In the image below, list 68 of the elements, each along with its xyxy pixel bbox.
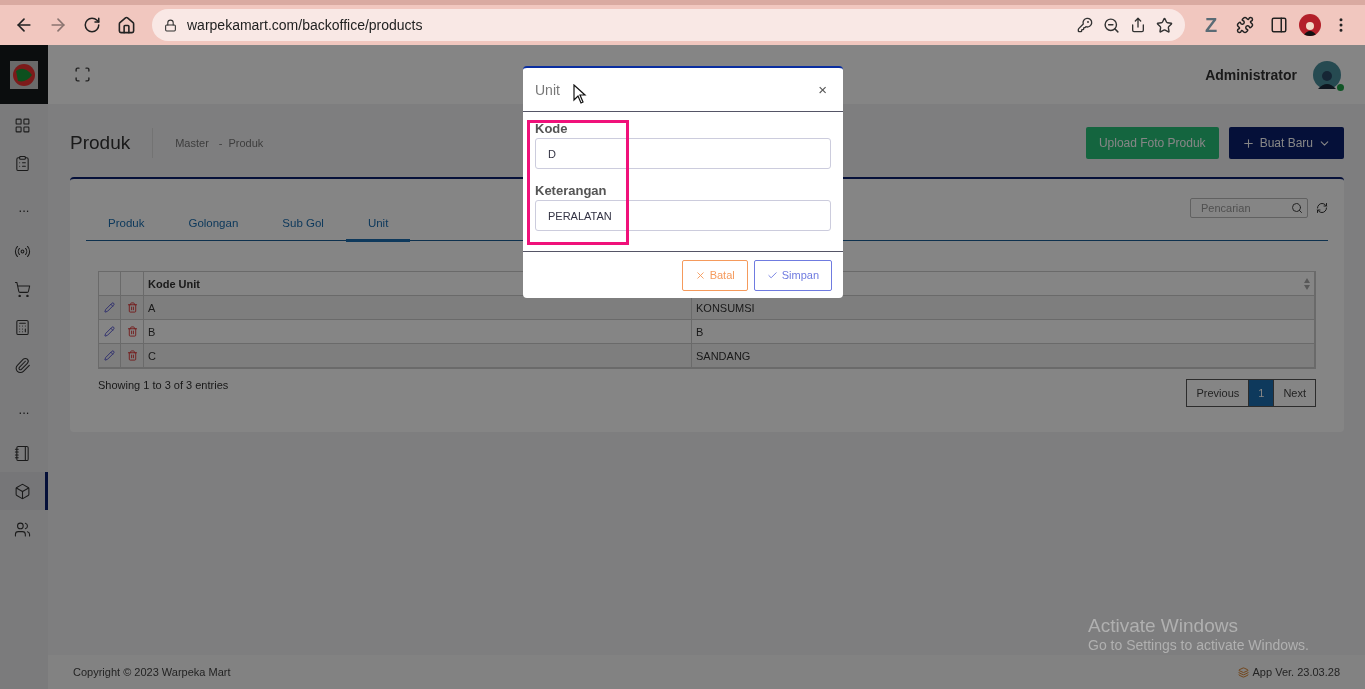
table-cell: C [144, 344, 692, 368]
page-title: Produk [70, 128, 154, 158]
table-cell: B [144, 320, 692, 344]
breadcrumb-item[interactable]: Produk [228, 137, 264, 149]
cursor-icon [573, 84, 587, 104]
tab[interactable]: Golongan [166, 217, 261, 242]
users-icon [14, 520, 31, 538]
paperclip-icon [14, 356, 31, 374]
delete-icon[interactable] [126, 350, 138, 361]
close-icon [694, 269, 706, 281]
table-cell: SANDANG [692, 344, 1315, 368]
cart-icon [14, 280, 31, 298]
logo [10, 60, 38, 89]
key-icon[interactable] [1077, 17, 1093, 33]
profile-avatar[interactable] [1299, 14, 1321, 36]
table-cell: KONSUMSI [692, 296, 1315, 320]
star-icon[interactable] [1156, 16, 1173, 34]
field-label: Keterangan [535, 183, 608, 198]
fullscreen-icon[interactable] [74, 66, 91, 83]
input-field[interactable]: D [535, 138, 831, 169]
sidebar-item[interactable] [0, 472, 48, 510]
tab[interactable]: Unit [345, 217, 411, 242]
dialog-title: Unit [535, 81, 560, 98]
calculator-icon [14, 318, 31, 336]
plus-icon [1241, 136, 1255, 150]
tab[interactable]: Produk [86, 217, 167, 242]
tab[interactable]: Sub Gol [260, 217, 346, 242]
pagination-button[interactable]: 1 [1248, 379, 1275, 407]
section-dots: ... [18, 198, 30, 217]
edit-icon[interactable] [104, 302, 115, 313]
lock-icon [164, 18, 177, 32]
online-dot [1337, 83, 1344, 91]
table-cell: A [144, 296, 692, 320]
save-button[interactable]: Simpan [753, 259, 832, 291]
entries-info: Showing 1 to 3 of 3 entries [98, 379, 229, 391]
breadcrumb-separator: - [218, 137, 223, 149]
close-button[interactable]: × [814, 81, 831, 98]
create-button[interactable]: Buat Baru [1228, 127, 1344, 159]
edit-icon[interactable] [104, 326, 115, 337]
clipboard-icon [14, 154, 31, 172]
refresh-icon[interactable] [1316, 202, 1328, 214]
app-version: App Ver. 23.03.28 [1237, 666, 1340, 678]
search-icon[interactable] [1291, 202, 1303, 214]
field-label: Kode [535, 121, 569, 136]
share-icon[interactable] [1130, 17, 1146, 33]
check-icon [766, 269, 778, 281]
input-field[interactable]: PERALATAN [535, 200, 831, 231]
breadcrumb-item[interactable]: Master [175, 137, 209, 149]
table-cell: B [692, 320, 1315, 344]
section-dots: ... [18, 400, 30, 419]
notebook-icon [14, 444, 31, 462]
sort-icon [1304, 277, 1310, 290]
box-icon [14, 482, 31, 500]
cancel-button[interactable]: Batal [681, 259, 748, 291]
pagination-button[interactable]: Previous [1186, 379, 1250, 407]
edit-icon[interactable] [104, 350, 115, 361]
user-name: Administrator [1205, 66, 1297, 83]
address-bar[interactable]: warpekamart.com/backoffice/products [152, 9, 1185, 41]
extension-logo[interactable]: Z [1197, 13, 1225, 37]
delete-icon[interactable] [126, 326, 138, 337]
layers-icon [1237, 666, 1249, 678]
delete-icon[interactable] [126, 302, 138, 313]
zoom-out-icon[interactable] [1103, 16, 1120, 34]
user-avatar[interactable] [1313, 60, 1341, 89]
grid-icon [14, 116, 31, 134]
copyright-text: Copyright © 2023 Warpeka Mart [73, 666, 231, 678]
pagination-button[interactable]: Next [1273, 379, 1316, 407]
upload-button[interactable]: Upload Foto Produk [1085, 127, 1219, 159]
